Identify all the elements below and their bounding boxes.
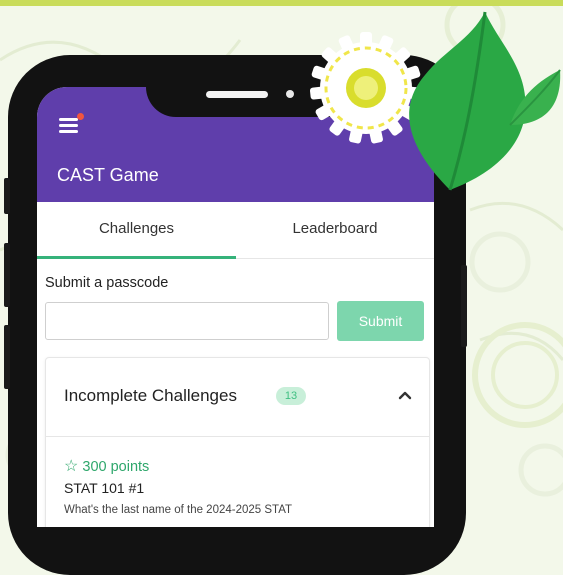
challenge-description: What's the last name of the 2024-2025 ST…	[64, 504, 293, 516]
submit-button[interactable]: Submit	[337, 301, 424, 341]
phone-side-button	[4, 325, 10, 389]
app-title: CAST Game	[57, 165, 159, 185]
camera-icon	[286, 90, 294, 98]
challenge-points: ☆ 300 points	[64, 456, 149, 476]
passcode-input[interactable]	[45, 302, 329, 340]
notification-dot	[77, 113, 84, 120]
challenge-count-badge: 13	[276, 387, 306, 405]
panel-title: Incomplete Challenges	[64, 386, 237, 405]
challenge-name[interactable]: STAT 101 #1	[64, 480, 144, 496]
tab-challenges[interactable]: Challenges	[37, 202, 236, 259]
tab-bar: Challenges Leaderboard	[37, 202, 434, 259]
phone-side-button	[4, 243, 10, 307]
points-label: 300 points	[82, 459, 150, 475]
hamburger-menu-icon[interactable]	[59, 113, 84, 133]
incomplete-challenges-panel: Incomplete Challenges 13 ☆ 300 points ST…	[45, 357, 430, 527]
speaker-grille	[206, 91, 268, 98]
passcode-label: Submit a passcode	[45, 275, 169, 291]
leaf-illustration	[409, 11, 561, 191]
phone-side-button	[4, 178, 10, 214]
phone-side-button	[461, 265, 467, 347]
tab-leaderboard[interactable]: Leaderboard	[236, 202, 434, 256]
panel-header[interactable]: Incomplete Challenges 13	[46, 358, 429, 437]
chevron-up-icon[interactable]	[396, 386, 414, 404]
star-icon: ☆	[64, 458, 79, 475]
